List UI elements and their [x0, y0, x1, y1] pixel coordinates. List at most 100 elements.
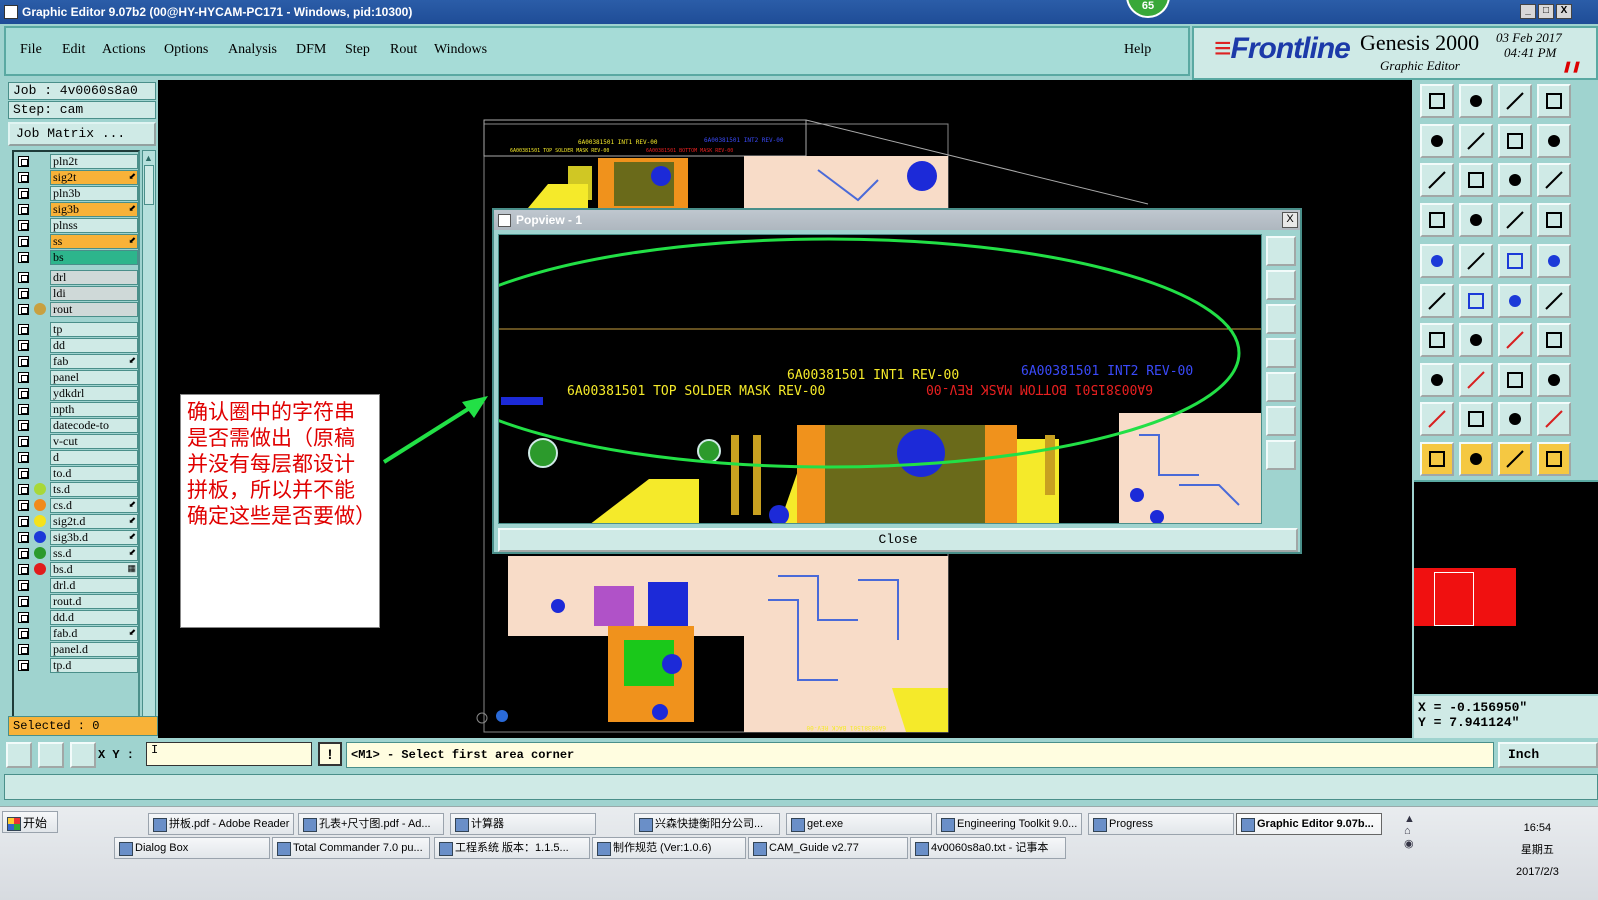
probe-icon[interactable] — [1459, 202, 1493, 237]
menu-step[interactable]: Step — [345, 42, 370, 58]
layer-row[interactable]: panel — [16, 370, 138, 385]
taskbar-item[interactable]: 制作规范 (Ver:1.0.6) — [592, 837, 746, 859]
layer-checkbox[interactable] — [18, 220, 29, 231]
layer-checkbox[interactable] — [18, 580, 29, 591]
home-icon[interactable] — [1498, 84, 1532, 118]
layer-row[interactable]: dd.d — [16, 610, 138, 625]
layer-name[interactable]: dd.d — [50, 610, 138, 625]
layer-color-dot[interactable] — [34, 563, 46, 575]
layer-row[interactable]: ss ⬋ — [16, 234, 138, 249]
snap-point-icon[interactable] — [1498, 283, 1532, 318]
layer-row[interactable]: d — [16, 450, 138, 465]
taskbar-item[interactable]: Progress — [1088, 813, 1234, 835]
measure-tool-icon[interactable] — [38, 742, 64, 768]
minimap[interactable] — [1414, 480, 1598, 694]
connect-icon[interactable] — [1537, 283, 1571, 318]
layer-color-dot[interactable] — [34, 499, 46, 511]
maximize-button[interactable]: □ — [1538, 4, 1554, 19]
layer-name[interactable]: to.d — [50, 466, 138, 481]
route-icon[interactable] — [1537, 441, 1571, 476]
popview-close-x[interactable]: X — [1282, 212, 1298, 228]
layer-checkbox[interactable] — [18, 516, 29, 527]
clock[interactable]: 16:54 星期五 2017/2/3 — [1516, 817, 1559, 883]
triangle-icon[interactable] — [1420, 402, 1454, 436]
layer-row[interactable]: ldi — [16, 286, 138, 301]
popview-home-icon[interactable] — [1266, 440, 1296, 470]
layer-checkbox[interactable] — [18, 468, 29, 479]
rotate-icon[interactable] — [1498, 323, 1532, 357]
view-top-icon[interactable] — [1420, 84, 1454, 118]
taskbar-item[interactable]: CAM_Guide v2.77 — [748, 837, 908, 859]
layer-checkbox[interactable] — [18, 532, 29, 543]
circle-icon[interactable] — [1537, 244, 1571, 278]
popview-close-button[interactable]: Close — [498, 528, 1298, 552]
layer-checkbox[interactable] — [18, 340, 29, 351]
layer-checkbox[interactable] — [18, 452, 29, 463]
job-matrix-button[interactable]: Job Matrix ... — [8, 122, 156, 146]
layer-color-dot[interactable] — [34, 483, 46, 495]
popview-title-bar[interactable]: Popview - 1 — [494, 210, 1300, 230]
layer-checkbox[interactable] — [18, 436, 29, 447]
layer-checkbox[interactable] — [18, 304, 29, 315]
layer-name[interactable]: fab — [50, 354, 138, 369]
copy-icon[interactable] — [1537, 362, 1571, 397]
layer-name[interactable]: panel.d — [50, 642, 138, 657]
layer-name[interactable]: tp.d — [50, 658, 138, 673]
layer-row[interactable]: sig3b.d ⬋ — [16, 530, 138, 545]
layer-name[interactable]: sig2t — [50, 170, 138, 185]
layer-row[interactable]: to.d — [16, 466, 138, 481]
layer-name[interactable]: tp — [50, 322, 138, 337]
layer-checkbox[interactable] — [18, 596, 29, 607]
select-arrow-icon[interactable] — [1420, 441, 1454, 476]
layer-name[interactable]: v-cut — [50, 434, 138, 449]
layer-name[interactable]: plnss — [50, 218, 138, 233]
taskbar-item[interactable]: Graphic Editor 9.07b... — [1236, 813, 1382, 835]
exclamation-button[interactable]: ! — [318, 742, 342, 766]
pad-icon[interactable] — [1420, 244, 1454, 278]
layer-row[interactable]: rout.d — [16, 594, 138, 609]
layer-row[interactable]: drl — [16, 270, 138, 285]
layout-icon[interactable] — [1537, 84, 1571, 118]
layer-name[interactable]: rout.d — [50, 594, 138, 609]
layer-row[interactable]: tp — [16, 322, 138, 337]
minimap-viewport[interactable] — [1434, 572, 1474, 626]
taskbar-item[interactable]: 4v0060s8a0.txt - 记事本 — [910, 837, 1066, 859]
menu-file[interactable]: File — [20, 42, 42, 58]
slash-icon[interactable] — [1459, 323, 1493, 357]
layer-checkbox[interactable] — [18, 188, 29, 199]
popview-right-icon[interactable] — [1266, 372, 1296, 402]
fit-width-icon[interactable] — [1498, 362, 1532, 397]
layer-checkbox[interactable] — [18, 252, 29, 263]
layer-checkbox[interactable] — [18, 644, 29, 655]
menu-windows[interactable]: Windows — [434, 42, 487, 58]
layer-name[interactable]: bs.d — [50, 562, 138, 577]
angle-icon[interactable] — [1420, 323, 1454, 357]
layer-row[interactable]: npth — [16, 402, 138, 417]
layer-checkbox[interactable] — [18, 420, 29, 431]
layer-name[interactable]: ydkdrl — [50, 386, 138, 401]
layer-name[interactable]: bs — [50, 250, 138, 265]
layer-row[interactable]: sig2t.d ⬋ — [16, 514, 138, 529]
popview-fit-icon[interactable] — [1266, 406, 1296, 436]
start-button[interactable]: 开始 — [2, 811, 58, 833]
grid-tool-icon[interactable] — [70, 742, 96, 768]
layer-row[interactable]: cs.d ⬋ — [16, 498, 138, 513]
triangle-a3-icon[interactable] — [1537, 402, 1571, 436]
scroll-up-icon[interactable]: ▲ — [144, 153, 154, 163]
layer-color-dot[interactable] — [34, 531, 46, 543]
layer-checkbox[interactable] — [18, 500, 29, 511]
layer-checkbox[interactable] — [18, 272, 29, 283]
layer-checkbox[interactable] — [18, 172, 29, 183]
menu-dfm[interactable]: DFM — [296, 42, 326, 58]
unit-selector[interactable]: Inch — [1498, 742, 1598, 768]
popview-canvas[interactable]: 6A00381501 INT1 REV-00 6A00381501 INT2 R… — [498, 234, 1262, 524]
layer-name[interactable]: pln2t — [50, 154, 138, 169]
zoom-in-icon[interactable] — [1420, 163, 1454, 197]
layer-row[interactable]: tp.d — [16, 658, 138, 673]
minimize-button[interactable]: _ — [1520, 4, 1536, 19]
align-icon[interactable] — [1537, 323, 1571, 357]
menu-help[interactable]: Help — [1124, 42, 1151, 58]
pan-right-icon[interactable] — [1459, 123, 1493, 158]
redraw-icon[interactable] — [1537, 123, 1571, 158]
pad-add-icon[interactable] — [1420, 362, 1454, 397]
